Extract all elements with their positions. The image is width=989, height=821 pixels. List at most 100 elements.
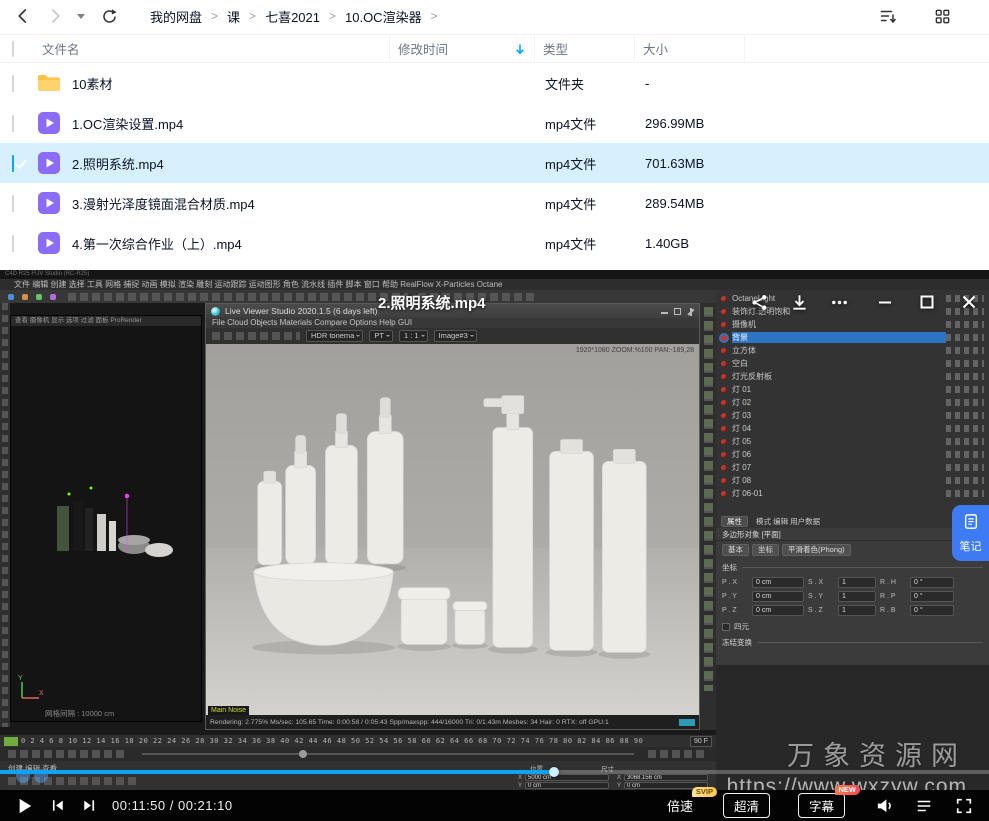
- select-all-checkbox[interactable]: [12, 41, 14, 57]
- share-icon[interactable]: [749, 292, 769, 312]
- object-item[interactable]: 立方体: [716, 344, 989, 357]
- octane-toolbar[interactable]: HDR tonema PT 1 : 1 Image#3: [206, 328, 699, 344]
- object-item[interactable]: 摄像机: [716, 318, 989, 331]
- row-checkbox[interactable]: [12, 235, 14, 252]
- refresh-button[interactable]: [98, 5, 120, 27]
- object-visibility-toggles[interactable]: [946, 399, 984, 406]
- download-icon[interactable]: [789, 292, 809, 312]
- table-row[interactable]: 4.第一次综合作业（上）.mp4 mp4文件 1.40GB: [0, 223, 989, 263]
- volume-icon[interactable]: [873, 795, 895, 817]
- coord-value[interactable]: 0 °: [910, 605, 954, 616]
- coord-value[interactable]: 0 cm: [752, 605, 804, 616]
- playback-speed-button[interactable]: 倍速 SVIP: [667, 796, 693, 815]
- table-row[interactable]: 2.照明系统.mp4 mp4文件 701.63MB: [0, 143, 989, 183]
- close-icon[interactable]: [959, 292, 979, 312]
- table-row[interactable]: 1.OC渲染设置.mp4 mp4文件 296.99MB: [0, 103, 989, 143]
- next-button[interactable]: [78, 795, 100, 817]
- video-frame[interactable]: C4D R25 FUV Studio (RC-R25) 文件 编辑 创建 选择 …: [0, 270, 989, 790]
- column-header-size[interactable]: 大小: [635, 35, 745, 62]
- object-visibility-toggles[interactable]: [946, 412, 984, 419]
- breadcrumb-item[interactable]: 课: [227, 7, 240, 26]
- attributes-mode-row[interactable]: 模式 编辑 用户数据: [756, 516, 820, 527]
- file-name[interactable]: 10素材: [72, 74, 112, 93]
- sort-descending-icon[interactable]: [514, 43, 526, 55]
- breadcrumb-item[interactable]: 我的网盘: [150, 7, 202, 26]
- object-item[interactable]: 灯 06: [716, 448, 989, 461]
- file-name[interactable]: 1.OC渲染设置.mp4: [72, 114, 183, 133]
- object-item[interactable]: 灯光反射板: [716, 370, 989, 383]
- object-item[interactable]: 空白: [716, 357, 989, 370]
- playlist-icon[interactable]: [913, 795, 935, 817]
- attribute-tab[interactable]: 坐标: [752, 544, 779, 556]
- file-name[interactable]: 4.第一次综合作业（上）.mp4: [72, 234, 242, 253]
- hdr-dropdown[interactable]: HDR tonema: [306, 330, 363, 342]
- column-header-type[interactable]: 类型: [535, 35, 635, 62]
- row-checkbox[interactable]: [12, 195, 14, 212]
- power-slider[interactable]: [142, 753, 634, 755]
- file-name[interactable]: 2.照明系统.mp4: [72, 154, 164, 173]
- grid-view-icon[interactable]: [931, 5, 953, 27]
- object-visibility-toggles[interactable]: [946, 321, 984, 328]
- breadcrumb-item[interactable]: 七喜2021: [265, 7, 320, 26]
- octane-render-view[interactable]: 1920*1080 ZOOM:%100 PAN:-189,28: [206, 344, 699, 715]
- object-item[interactable]: 灯 08: [716, 474, 989, 487]
- attributes-tab[interactable]: 属性: [721, 516, 748, 527]
- table-row[interactable]: 10素材 文件夹 -: [0, 63, 989, 103]
- coord-value[interactable]: 1: [838, 577, 876, 588]
- back-button[interactable]: [12, 5, 34, 27]
- object-visibility-toggles[interactable]: [946, 360, 984, 367]
- c4d-transport-bar[interactable]: [0, 747, 716, 761]
- octane-window-buttons[interactable]: [661, 308, 694, 315]
- coord-value[interactable]: 1: [838, 605, 876, 616]
- object-visibility-toggles[interactable]: [946, 451, 984, 458]
- notes-button[interactable]: 笔记: [952, 505, 989, 561]
- ratio-dropdown[interactable]: 1 : 1: [399, 330, 428, 342]
- coordinate-field[interactable]: Y0 cm: [518, 782, 609, 789]
- progress-bar[interactable]: [0, 770, 989, 774]
- maximize-icon[interactable]: [917, 292, 937, 312]
- minimize-icon[interactable]: [875, 292, 895, 312]
- attribute-tab[interactable]: 基本: [722, 544, 749, 556]
- timeline-ruler[interactable]: 0 2 4 6 8 10 12 14 16 18 20 22 24 26 28 …: [21, 737, 686, 745]
- file-name[interactable]: 3.漫射光泽度镜面混合材质.mp4: [72, 194, 255, 213]
- coord-value[interactable]: 1: [838, 591, 876, 602]
- row-checkbox[interactable]: [12, 75, 14, 92]
- image-dropdown[interactable]: Image#3: [434, 330, 477, 342]
- attribute-tab[interactable]: 平滑着色(Phong): [782, 544, 851, 556]
- sort-icon[interactable]: [877, 5, 899, 27]
- c4d-timeline[interactable]: 0 2 4 6 8 10 12 14 16 18 20 22 24 26 28 …: [0, 734, 716, 747]
- object-item[interactable]: 灯 01: [716, 383, 989, 396]
- object-visibility-toggles[interactable]: [946, 438, 984, 445]
- breadcrumb-item[interactable]: 10.OC渲染器: [345, 7, 422, 26]
- object-visibility-toggles[interactable]: [946, 373, 984, 380]
- timeline-frame-box[interactable]: 90 F: [690, 736, 712, 747]
- fullscreen-icon[interactable]: [953, 795, 975, 817]
- more-options-icon[interactable]: [829, 292, 849, 312]
- column-header-time[interactable]: 修改时间: [390, 35, 535, 62]
- object-visibility-toggles[interactable]: [946, 347, 984, 354]
- history-dropdown-icon[interactable]: [70, 5, 92, 27]
- subtitle-button[interactable]: 字幕 NEW: [798, 793, 845, 818]
- object-item[interactable]: 灯 03: [716, 409, 989, 422]
- quaternion-checkbox[interactable]: [722, 623, 730, 631]
- progress-playhead[interactable]: [549, 767, 559, 777]
- row-checkbox[interactable]: [12, 155, 14, 172]
- kernel-dropdown[interactable]: PT: [369, 330, 393, 342]
- object-visibility-toggles[interactable]: [946, 425, 984, 432]
- object-item[interactable]: 背景: [716, 331, 989, 344]
- forward-button[interactable]: [44, 5, 66, 27]
- object-visibility-toggles[interactable]: [946, 464, 984, 471]
- play-button[interactable]: [14, 795, 36, 817]
- slider-handle[interactable]: [299, 750, 307, 758]
- object-item[interactable]: 灯 06-01: [716, 487, 989, 500]
- object-visibility-toggles[interactable]: [946, 477, 984, 484]
- object-visibility-toggles[interactable]: [946, 490, 984, 497]
- timeline-current-frame[interactable]: [4, 737, 18, 746]
- object-item[interactable]: 灯 05: [716, 435, 989, 448]
- table-row[interactable]: 3.漫射光泽度镜面混合材质.mp4 mp4文件 289.54MB: [0, 183, 989, 223]
- quality-button[interactable]: 超清: [723, 793, 770, 818]
- coordinate-field[interactable]: X5000 cm: [518, 774, 609, 781]
- object-item[interactable]: 灯 02: [716, 396, 989, 409]
- coordinate-field[interactable]: X3068.156 cm: [617, 774, 708, 781]
- coord-value[interactable]: 0 cm: [752, 591, 804, 602]
